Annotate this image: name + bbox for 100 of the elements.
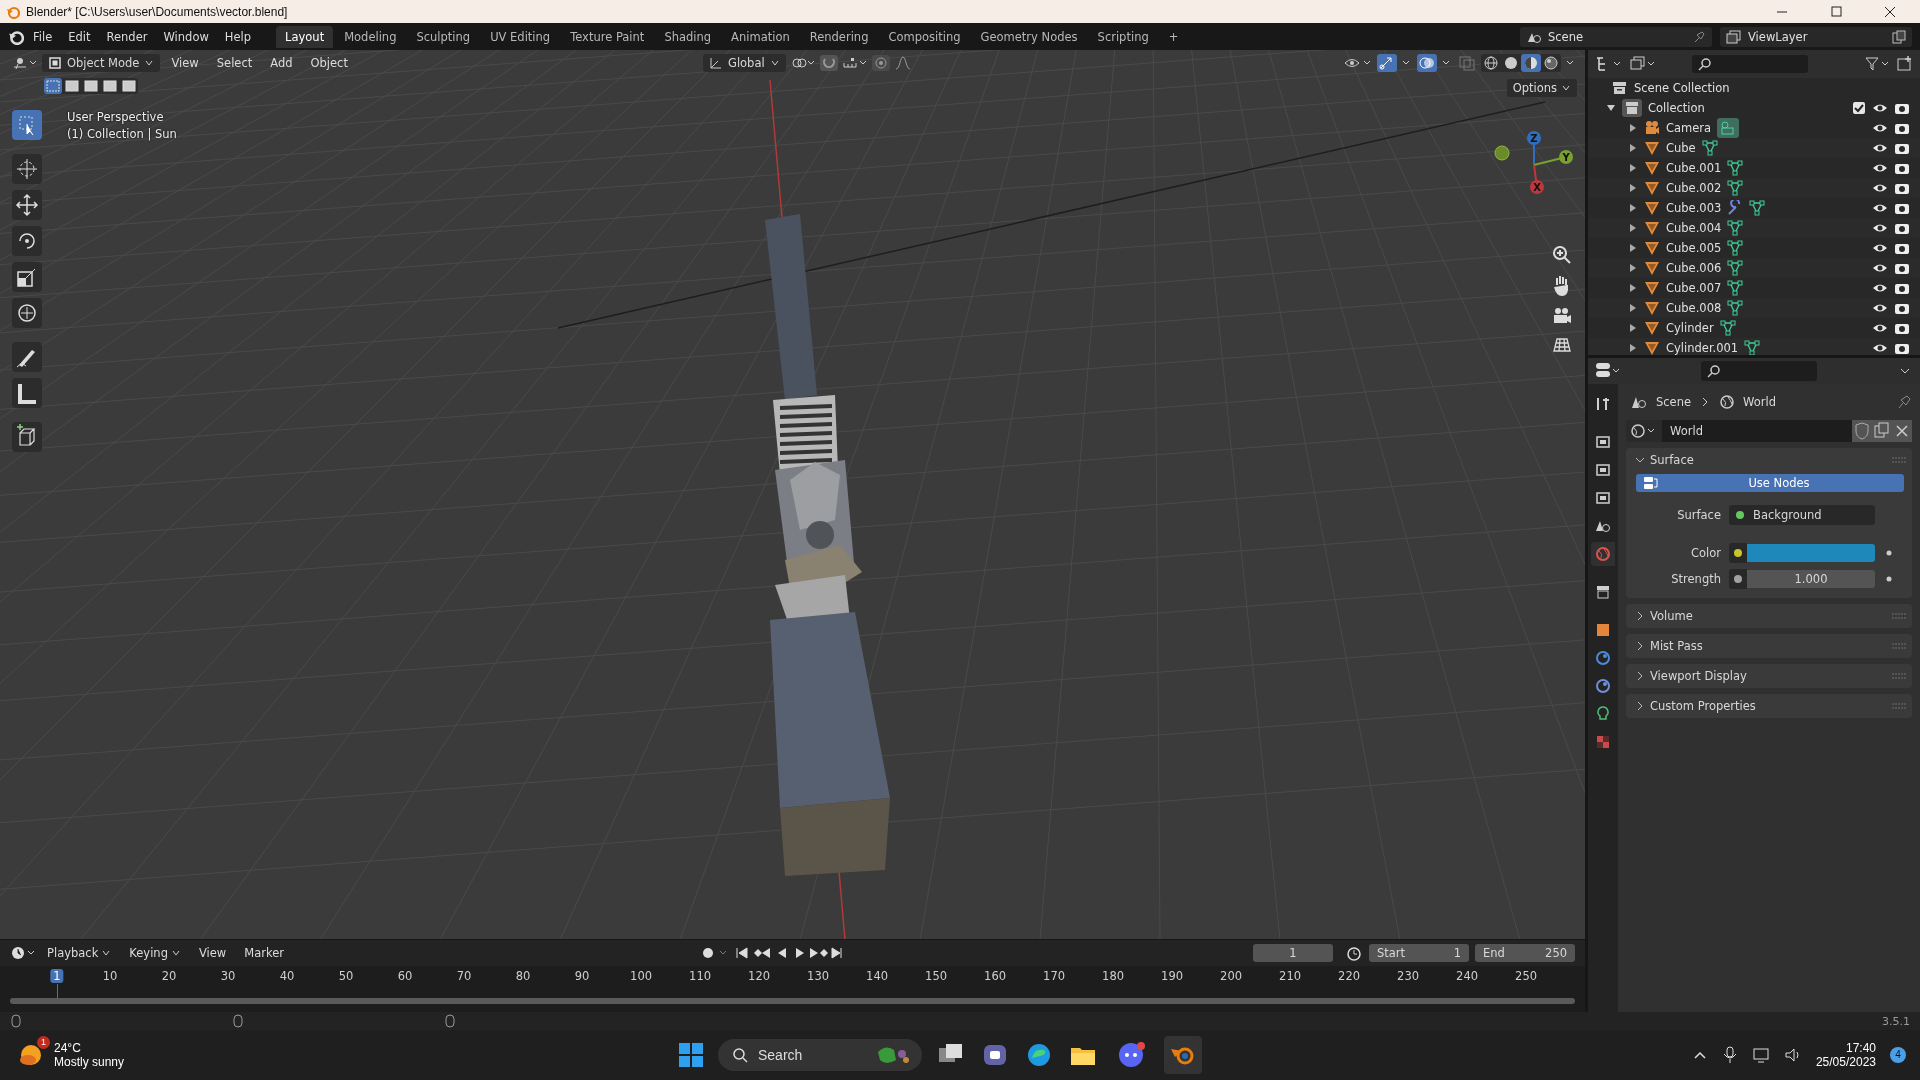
scene-selector[interactable]: Scene <box>1520 26 1712 47</box>
pin-icon[interactable] <box>1692 29 1706 44</box>
menu-item[interactable]: Render <box>99 26 155 47</box>
selection-mode-icon[interactable] <box>120 78 138 94</box>
add-workspace-button[interactable]: + <box>1159 25 1188 48</box>
timeline-menu[interactable]: View <box>191 943 234 964</box>
navigation-gizmo[interactable]: Z Y X <box>1502 115 1582 195</box>
scrollbar[interactable] <box>10 998 1575 1004</box>
menu-item[interactable]: Object <box>303 53 355 73</box>
wireframe-shading-icon[interactable] <box>1481 54 1501 72</box>
outliner-item[interactable]: Cube.005 <box>1666 241 1722 255</box>
camera-icon[interactable] <box>1894 221 1910 235</box>
end-frame-field[interactable]: End 250 <box>1475 944 1575 963</box>
mesh-data-icon[interactable] <box>1727 160 1744 176</box>
mesh-data-icon[interactable] <box>1727 280 1744 296</box>
outliner-item[interactable]: Cube.002 <box>1666 181 1722 195</box>
camera-icon[interactable] <box>1894 261 1910 275</box>
outliner-item[interactable]: Cube.006 <box>1666 261 1722 275</box>
mesh-data-icon[interactable] <box>1727 180 1744 196</box>
outliner-item[interactable]: Camera <box>1666 121 1712 135</box>
outliner-item[interactable]: Cube.004 <box>1666 221 1722 235</box>
panel-header[interactable]: Custom Properties <box>1626 694 1912 718</box>
playback-controls-icon[interactable] <box>734 945 844 962</box>
outliner-item[interactable]: Cube <box>1666 141 1696 155</box>
workspace-tab[interactable]: Geometry Nodes <box>971 25 1087 48</box>
camera-icon[interactable] <box>1894 101 1910 115</box>
mesh-data-icon[interactable] <box>1727 220 1744 236</box>
mesh-data-icon[interactable] <box>1701 140 1718 156</box>
mode-dropdown[interactable]: Object Mode <box>42 54 161 72</box>
menu-item[interactable]: Window <box>156 26 216 47</box>
shield-icon[interactable] <box>1852 420 1872 442</box>
outliner-item[interactable]: Cube.007 <box>1666 281 1722 295</box>
workspace-tab[interactable]: Scripting <box>1088 25 1158 48</box>
outliner-item[interactable]: Cube.003 <box>1666 201 1722 215</box>
scale-tool-icon[interactable] <box>12 262 42 292</box>
playhead-frame[interactable]: 1 <box>50 969 64 984</box>
add-cube-tool-icon[interactable] <box>12 422 42 452</box>
negative-axis-icon[interactable] <box>1494 145 1510 161</box>
disclosure-triangle-icon[interactable] <box>1606 103 1616 113</box>
panel-header[interactable]: Volume <box>1626 604 1912 628</box>
transform-tool-icon[interactable] <box>12 298 42 328</box>
copy-icon[interactable] <box>1872 420 1892 442</box>
rendered-shading-icon[interactable] <box>1541 54 1561 72</box>
workspace-tab[interactable]: Shading <box>655 25 721 48</box>
rotate-tool-icon[interactable] <box>12 226 42 256</box>
panel-header[interactable]: Viewport Display <box>1626 664 1912 688</box>
workspace-tab[interactable]: Layout <box>276 25 334 48</box>
ruler-tool-icon[interactable] <box>12 378 42 408</box>
panel-header[interactable]: Surface <box>1626 448 1912 472</box>
workspace-tab[interactable]: Rendering <box>800 25 878 48</box>
outliner-item[interactable]: Scene Collection <box>1634 81 1730 95</box>
color-swatch[interactable] <box>1747 544 1875 562</box>
menu-item[interactable]: File <box>26 26 60 47</box>
start-icon[interactable] <box>678 1042 704 1068</box>
pencil-tool-icon[interactable] <box>12 342 42 372</box>
taskbar-search-field[interactable]: Search <box>718 1039 922 1071</box>
clock[interactable]: 17:40 25/05/2023 <box>1815 1041 1876 1069</box>
move-tool-icon[interactable] <box>12 190 42 220</box>
mesh-data-icon[interactable] <box>1727 300 1744 316</box>
close-icon[interactable] <box>1884 5 1896 18</box>
use-nodes-button[interactable]: Use Nodes <box>1636 474 1904 492</box>
strength-field[interactable]: 1.000 <box>1747 570 1875 588</box>
drag-handle-icon[interactable] <box>1892 456 1906 464</box>
mesh-data-icon[interactable] <box>1749 200 1766 216</box>
clock-icon[interactable] <box>10 945 36 962</box>
menu-item[interactable]: Help <box>217 26 259 47</box>
drag-handle-icon[interactable] <box>1892 672 1906 680</box>
editor-type-icon[interactable] <box>12 55 38 71</box>
mesh-data-icon[interactable] <box>1727 240 1744 256</box>
outliner-item[interactable]: Cylinder.001 <box>1666 341 1739 355</box>
current-frame-field[interactable]: 1 <box>1253 944 1333 963</box>
timeline-menu[interactable]: Keying <box>122 943 188 964</box>
drag-handle-icon[interactable] <box>1892 642 1906 650</box>
mesh-data-icon[interactable] <box>1719 320 1736 336</box>
camera-data-icon[interactable] <box>1717 118 1740 138</box>
drag-handle-icon[interactable] <box>1892 702 1906 710</box>
workspace-tab[interactable]: Texture Paint <box>561 25 654 48</box>
shader-dropdown[interactable]: Background <box>1729 505 1875 525</box>
workspace-tab[interactable]: Modeling <box>335 25 406 48</box>
timeline-menu[interactable]: Marker <box>237 943 291 964</box>
view-layer-selector[interactable]: ViewLayer <box>1720 26 1912 47</box>
socket-dot-icon[interactable] <box>1733 548 1743 558</box>
drag-handle-icon[interactable] <box>1892 612 1906 620</box>
world-selector[interactable] <box>1626 420 1662 442</box>
maximize-icon[interactable] <box>1830 5 1842 18</box>
keyframe-dot-icon[interactable] <box>1885 575 1893 583</box>
menu-item[interactable]: Select <box>209 53 260 73</box>
camera-icon[interactable] <box>1894 181 1910 195</box>
pivot-icon[interactable] <box>789 55 816 71</box>
speaker-icon[interactable] <box>1783 1046 1802 1064</box>
camera-icon[interactable] <box>1894 301 1910 315</box>
outliner-item[interactable]: Cylinder <box>1666 321 1714 335</box>
workspace-tab[interactable]: Sculpting <box>407 25 480 48</box>
start-frame-field[interactable]: Start 1 <box>1369 944 1469 963</box>
select-box-tool-icon[interactable] <box>12 110 42 140</box>
workspace-tab[interactable]: Animation <box>722 25 799 48</box>
outliner-item[interactable]: Cube.008 <box>1666 301 1722 315</box>
new-collection-icon[interactable] <box>1896 55 1914 73</box>
microphone-icon[interactable] <box>1721 1046 1738 1064</box>
world-tab-icon[interactable] <box>1591 542 1615 566</box>
